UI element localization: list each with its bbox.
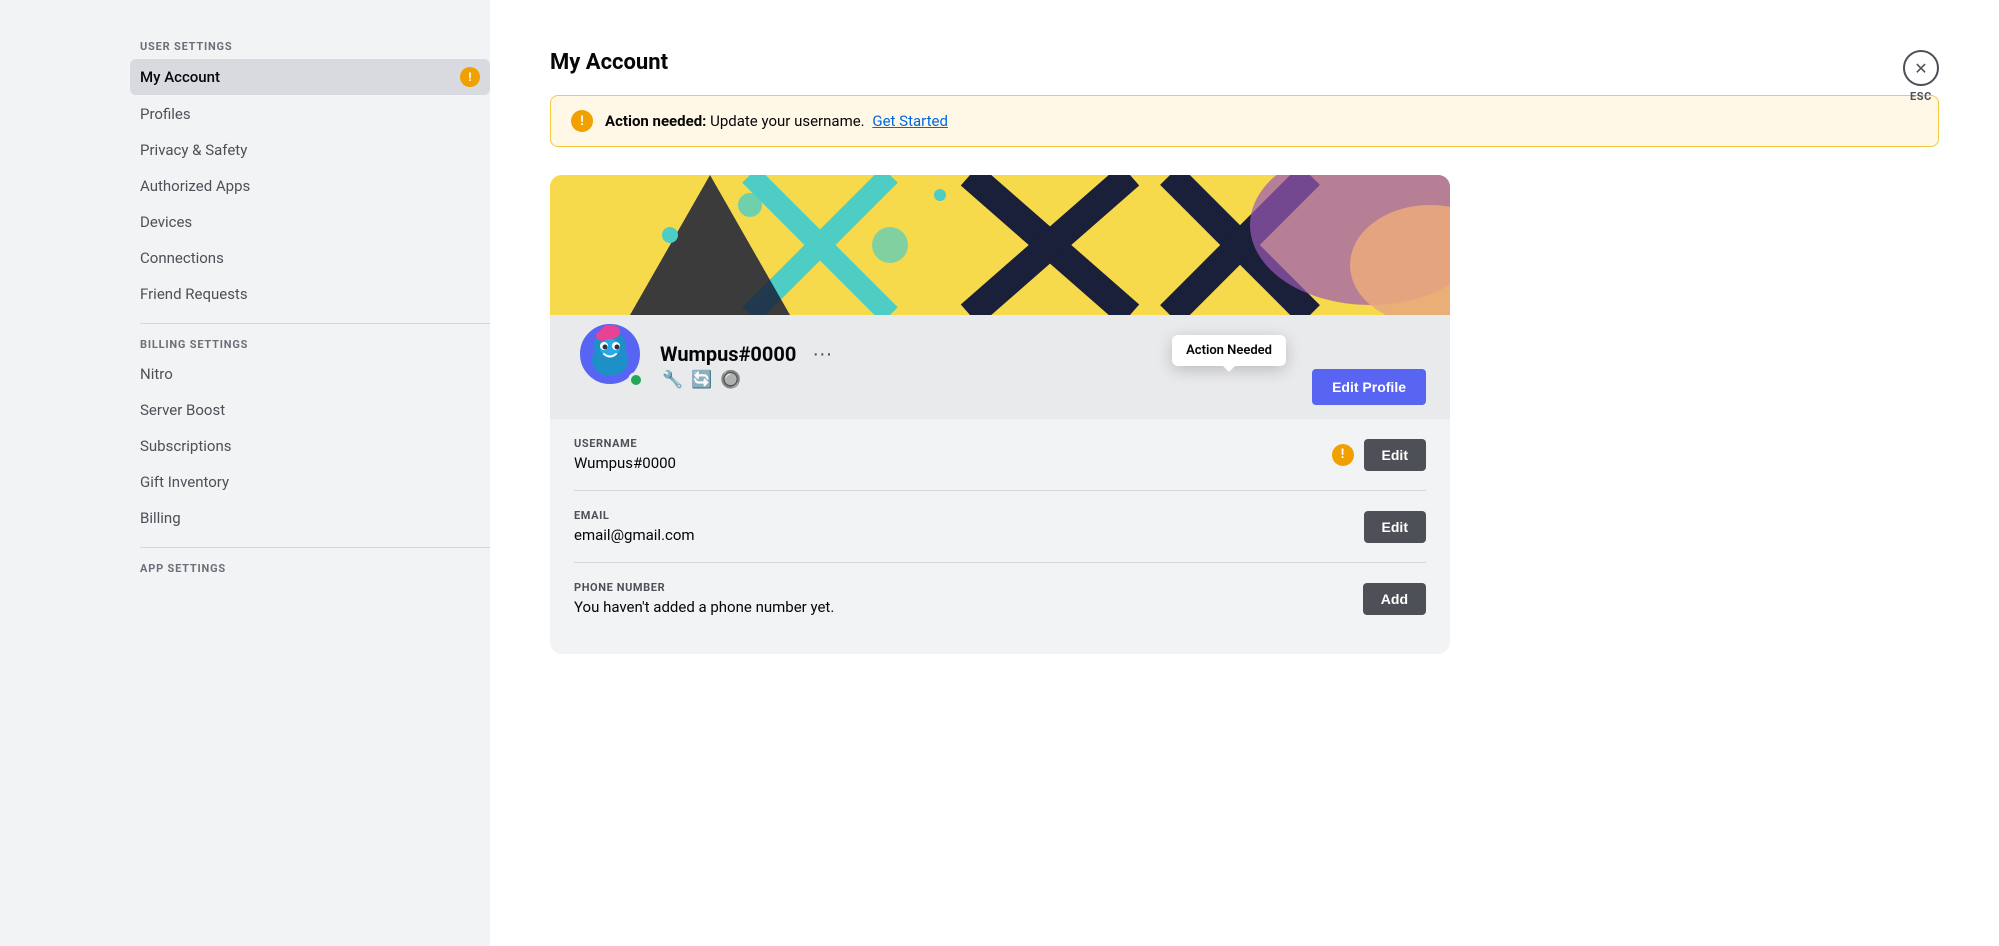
- sidebar-item-connections[interactable]: Connections: [130, 241, 490, 275]
- phone-value: You haven't added a phone number yet.: [574, 598, 834, 616]
- profile-more-button[interactable]: ···: [808, 343, 836, 366]
- sidebar-item-label: Authorized Apps: [140, 177, 250, 195]
- account-info: USERNAME Wumpus#0000 ! Edit EMAIL email@…: [550, 419, 1450, 654]
- alert-text: Action needed: Update your username. Get…: [605, 112, 948, 130]
- sidebar-item-server-boost[interactable]: Server Boost: [130, 393, 490, 427]
- sidebar-item-devices[interactable]: Devices: [130, 205, 490, 239]
- badge-tools-icon: 🔧: [662, 370, 683, 390]
- profile-name-area: Wumpus#0000 ··· 🔧 🔄 🔘: [660, 342, 836, 390]
- app-settings-label: APP SETTINGS: [130, 562, 490, 575]
- page-title: My Account: [550, 50, 1939, 75]
- sidebar-item-label: Friend Requests: [140, 285, 248, 303]
- phone-actions: Add: [1363, 583, 1426, 615]
- sidebar-item-friend-requests[interactable]: Friend Requests: [130, 277, 490, 311]
- billing-settings-label: BILLING SETTINGS: [130, 338, 490, 351]
- sidebar-item-my-account[interactable]: My Account !: [130, 59, 490, 95]
- sidebar-item-label: Gift Inventory: [140, 473, 229, 491]
- username-label: USERNAME: [574, 437, 676, 450]
- sidebar-item-privacy-safety[interactable]: Privacy & Safety: [130, 133, 490, 167]
- sidebar-item-label: Connections: [140, 249, 224, 267]
- phone-label: PHONE NUMBER: [574, 581, 834, 594]
- username-actions: ! Edit: [1332, 439, 1426, 471]
- sidebar-divider-app: [140, 547, 490, 548]
- username-edit-button[interactable]: Edit: [1364, 439, 1426, 471]
- sidebar-item-label: Profiles: [140, 105, 191, 123]
- sidebar: USER SETTINGS My Account ! Profiles Priv…: [0, 0, 490, 946]
- profile-header-row: Wumpus#0000 ··· 🔧 🔄 🔘 Action Needed Edit…: [550, 315, 1450, 419]
- sidebar-item-label: Devices: [140, 213, 192, 231]
- email-field: EMAIL email@gmail.com: [574, 509, 695, 544]
- sidebar-item-authorized-apps[interactable]: Authorized Apps: [130, 169, 490, 203]
- username-warning-icon: !: [1332, 444, 1354, 466]
- sidebar-item-label: Server Boost: [140, 401, 225, 419]
- badge-boost-icon: 🔄: [691, 370, 712, 390]
- alert-banner: ! Action needed: Update your username. G…: [550, 95, 1939, 147]
- email-row: EMAIL email@gmail.com Edit: [574, 491, 1426, 563]
- close-button-wrapper[interactable]: ✕ ESC: [1903, 50, 1939, 103]
- banner-art: [550, 175, 1450, 315]
- sidebar-item-label: Billing: [140, 509, 181, 527]
- badge-special-icon: 🔘: [720, 370, 741, 390]
- account-badge-icon: !: [460, 67, 480, 87]
- sidebar-item-billing[interactable]: Billing: [130, 501, 490, 535]
- alert-message: Update your username.: [710, 112, 865, 130]
- username-value: Wumpus#0000: [574, 454, 676, 472]
- avatar-status-indicator: [628, 372, 644, 388]
- avatar-wrapper: [574, 318, 646, 390]
- profile-badges: 🔧 🔄 🔘: [660, 370, 836, 390]
- main-content: My Account ! Action needed: Update your …: [490, 0, 1999, 946]
- sidebar-item-nitro[interactable]: Nitro: [130, 357, 490, 391]
- sidebar-item-label: Nitro: [140, 365, 173, 383]
- phone-add-button[interactable]: Add: [1363, 583, 1426, 615]
- email-actions: Edit: [1364, 511, 1426, 543]
- sidebar-divider-billing: [140, 323, 490, 324]
- email-value: email@gmail.com: [574, 526, 695, 544]
- sidebar-item-label: My Account: [140, 68, 220, 86]
- email-label: EMAIL: [574, 509, 695, 522]
- profile-banner: [550, 175, 1450, 315]
- sidebar-item-label: Privacy & Safety: [140, 141, 247, 159]
- email-edit-button[interactable]: Edit: [1364, 511, 1426, 543]
- alert-icon: !: [571, 110, 593, 132]
- username-field: USERNAME Wumpus#0000: [574, 437, 676, 472]
- alert-bold-text: Action needed:: [605, 112, 706, 130]
- user-settings-label: USER SETTINGS: [130, 40, 490, 53]
- username-row: USERNAME Wumpus#0000 ! Edit: [574, 419, 1426, 491]
- sidebar-item-gift-inventory[interactable]: Gift Inventory: [130, 465, 490, 499]
- profile-card: Wumpus#0000 ··· 🔧 🔄 🔘 Action Needed Edit…: [550, 175, 1450, 654]
- sidebar-item-profiles[interactable]: Profiles: [130, 97, 490, 131]
- edit-profile-area: Action Needed Edit Profile: [1312, 327, 1426, 405]
- sidebar-item-subscriptions[interactable]: Subscriptions: [130, 429, 490, 463]
- action-needed-tooltip: Action Needed: [1172, 335, 1286, 366]
- alert-get-started-link[interactable]: Get Started: [872, 112, 948, 130]
- edit-profile-button[interactable]: Edit Profile: [1312, 369, 1426, 405]
- close-label: ESC: [1910, 90, 1932, 103]
- phone-field: PHONE NUMBER You haven't added a phone n…: [574, 581, 834, 616]
- phone-row: PHONE NUMBER You haven't added a phone n…: [574, 563, 1426, 634]
- sidebar-item-label: Subscriptions: [140, 437, 231, 455]
- close-button[interactable]: ✕: [1903, 50, 1939, 86]
- profile-username: Wumpus#0000: [660, 342, 796, 366]
